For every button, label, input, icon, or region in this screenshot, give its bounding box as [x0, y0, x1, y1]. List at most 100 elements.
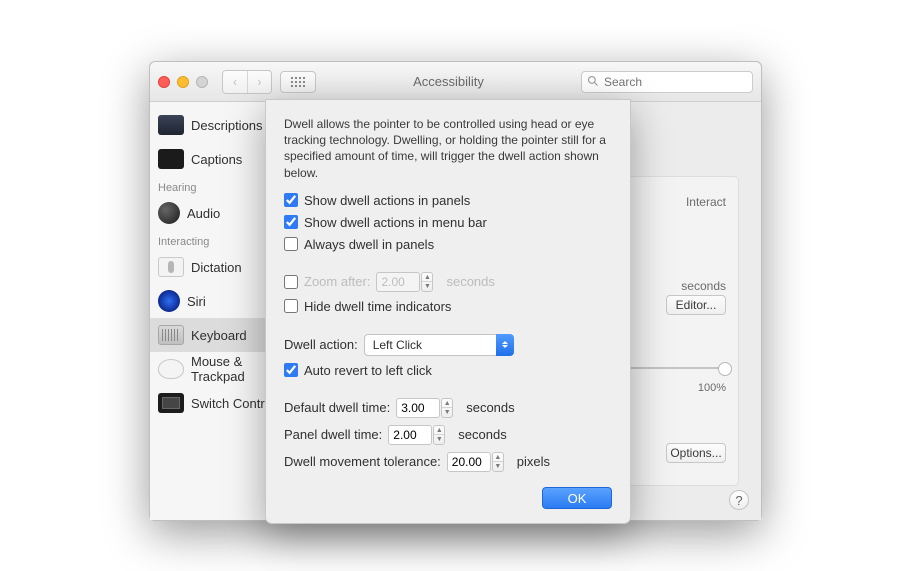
panel-editor-button[interactable]: Editor... — [666, 295, 726, 315]
always-panels-row: Always dwell in panels — [284, 237, 612, 252]
tolerance-stepper[interactable]: ▲▼ — [492, 452, 504, 472]
tolerance-label: Dwell movement tolerance: — [284, 454, 441, 469]
window-controls — [158, 76, 208, 88]
sidebar-item-siri[interactable]: Siri — [150, 284, 284, 318]
search-field[interactable] — [581, 71, 753, 93]
zoom-after-row: Zoom after: ▲▼ seconds — [284, 272, 612, 292]
back-button[interactable]: ‹ — [223, 71, 247, 93]
chevron-down-icon: ▼ — [442, 407, 452, 417]
sidebar-item-label: Audio — [187, 206, 220, 221]
dwell-action-label: Dwell action: — [284, 337, 358, 352]
ok-button[interactable]: OK — [542, 487, 612, 509]
bg-percent: 100% — [698, 382, 726, 394]
sidebar-item-label: Keyboard — [191, 328, 247, 343]
default-time-row: Default dwell time: ▲▼ seconds — [284, 398, 612, 418]
audio-icon — [158, 202, 180, 224]
show-all-button[interactable] — [280, 71, 316, 93]
auto-revert-label: Auto revert to left click — [304, 363, 432, 378]
switch-icon — [158, 393, 184, 413]
keyboard-icon — [158, 325, 184, 345]
sidebar-item-audio[interactable]: Audio — [150, 196, 284, 230]
panel-time-input[interactable] — [388, 425, 432, 445]
zoom-seconds-label: seconds — [446, 274, 494, 289]
sidebar-item-dictation[interactable]: Dictation — [150, 250, 284, 284]
dwell-intro-text: Dwell allows the pointer to be controlle… — [284, 116, 612, 181]
always-panels-label: Always dwell in panels — [304, 237, 434, 252]
tolerance-row: Dwell movement tolerance: ▲▼ pixels — [284, 452, 612, 472]
hide-indicators-label: Hide dwell time indicators — [304, 299, 451, 314]
default-seconds-label: seconds — [466, 400, 514, 415]
sidebar-item-captions[interactable]: Captions — [150, 142, 284, 176]
hide-indicators-row: Hide dwell time indicators — [284, 299, 612, 314]
auto-revert-row: Auto revert to left click — [284, 363, 612, 378]
default-time-field: ▲▼ — [396, 398, 440, 418]
show-menubar-checkbox[interactable] — [284, 215, 298, 229]
forward-button[interactable]: › — [247, 71, 271, 93]
sidebar-item-label: Mouse & Trackpad — [191, 354, 276, 384]
hide-indicators-checkbox[interactable] — [284, 299, 298, 313]
show-panels-checkbox[interactable] — [284, 193, 298, 207]
panel-time-field: ▲▼ — [388, 425, 432, 445]
zoom-icon[interactable] — [196, 76, 208, 88]
sidebar-item-mouse[interactable]: Mouse & Trackpad — [150, 352, 284, 386]
panel-time-row: Panel dwell time: ▲▼ seconds — [284, 425, 612, 445]
zoom-after-field: ▲▼ — [376, 272, 420, 292]
tolerance-field: ▲▼ — [447, 452, 491, 472]
dwell-action-value: Left Click — [364, 334, 514, 356]
options-button[interactable]: Options... — [666, 443, 726, 463]
show-panels-label: Show dwell actions in panels — [304, 193, 470, 208]
sidebar-item-label: Captions — [191, 152, 242, 167]
chevron-down-icon: ▼ — [422, 281, 432, 291]
sidebar-item-label: Dictation — [191, 260, 242, 275]
zoom-after-checkbox[interactable] — [284, 275, 298, 289]
search-icon — [587, 75, 599, 87]
default-time-label: Default dwell time: — [284, 400, 390, 415]
grid-icon — [291, 77, 305, 87]
chevron-down-icon: ▼ — [493, 461, 503, 471]
tolerance-pixels-label: pixels — [517, 454, 550, 469]
chevron-up-icon: ▲ — [422, 273, 432, 282]
sidebar-item-descriptions[interactable]: Descriptions — [150, 108, 284, 142]
sidebar-item-label: Siri — [187, 294, 206, 309]
select-arrows-icon — [496, 334, 514, 356]
window-title: Accessibility — [324, 74, 573, 89]
mouse-icon — [158, 359, 184, 379]
descriptions-icon — [158, 115, 184, 135]
always-panels-checkbox[interactable] — [284, 237, 298, 251]
show-menubar-label: Show dwell actions in menu bar — [304, 215, 487, 230]
chevron-down-icon: ▼ — [434, 434, 444, 444]
minimize-icon[interactable] — [177, 76, 189, 88]
sidebar-item-keyboard[interactable]: Keyboard — [150, 318, 284, 352]
chevron-up-icon: ▲ — [434, 426, 444, 435]
panel-time-label: Panel dwell time: — [284, 427, 382, 442]
chevron-up-icon: ▲ — [442, 399, 452, 408]
default-time-input[interactable] — [396, 398, 440, 418]
panel-time-stepper[interactable]: ▲▼ — [433, 425, 445, 445]
bg-slider[interactable] — [621, 367, 726, 369]
default-time-stepper[interactable]: ▲▼ — [441, 398, 453, 418]
close-icon[interactable] — [158, 76, 170, 88]
sidebar-item-label: Descriptions — [191, 118, 263, 133]
help-button[interactable]: ? — [729, 490, 749, 510]
sidebar-category-interacting: Interacting — [150, 230, 284, 250]
sidebar-item-switch[interactable]: Switch Control — [150, 386, 284, 420]
tolerance-input[interactable] — [447, 452, 491, 472]
zoom-after-stepper: ▲▼ — [421, 272, 433, 292]
back-forward-buttons: ‹ › — [222, 70, 272, 94]
dwell-action-row: Dwell action: Left Click — [284, 334, 612, 356]
auto-revert-checkbox[interactable] — [284, 363, 298, 377]
show-panels-row: Show dwell actions in panels — [284, 193, 612, 208]
sidebar-category-hearing: Hearing — [150, 176, 284, 196]
zoom-after-label: Zoom after: — [304, 274, 370, 289]
search-input[interactable] — [581, 71, 753, 93]
panel-seconds-label: seconds — [458, 427, 506, 442]
dwell-action-select[interactable]: Left Click — [364, 334, 514, 356]
show-menubar-row: Show dwell actions in menu bar — [284, 215, 612, 230]
chevron-up-icon: ▲ — [493, 453, 503, 462]
titlebar: ‹ › Accessibility — [150, 62, 761, 102]
zoom-after-input — [376, 272, 420, 292]
dictation-icon — [158, 257, 184, 277]
sidebar-item-label: Switch Control — [191, 396, 275, 411]
dwell-options-sheet: Dwell allows the pointer to be controlle… — [265, 99, 631, 524]
siri-icon — [158, 290, 180, 312]
